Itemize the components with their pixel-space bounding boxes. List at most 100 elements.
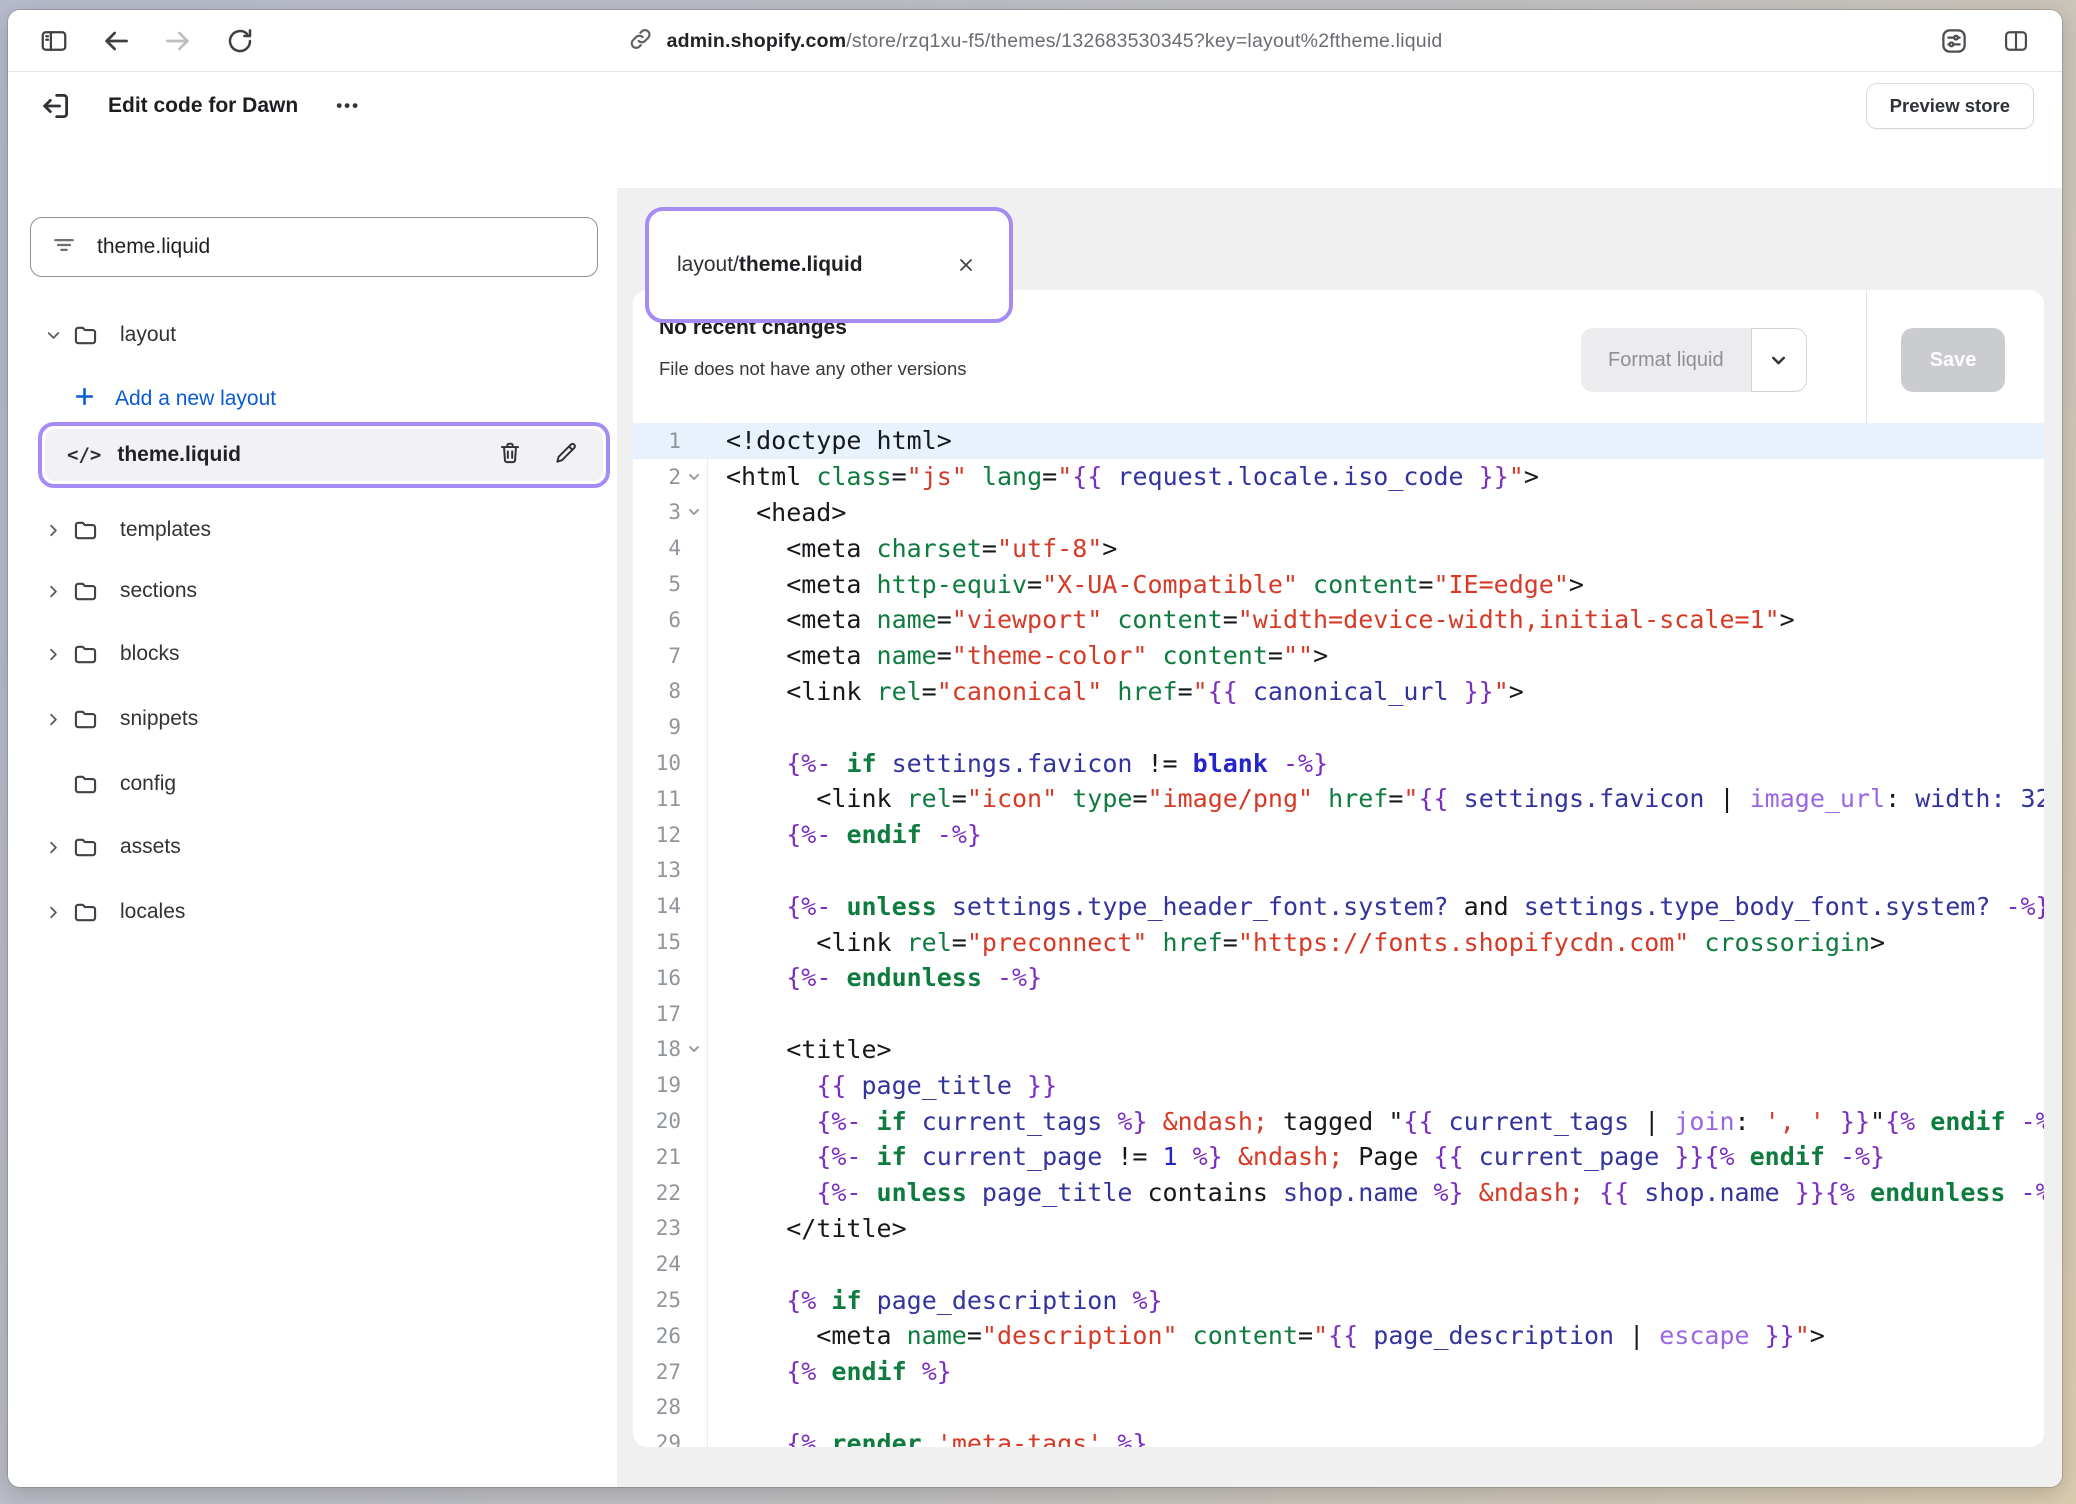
code-line[interactable]: 7 <meta name="theme-color" content=""> bbox=[633, 638, 2044, 674]
code-line[interactable]: 4 <meta charset="utf-8"> bbox=[633, 530, 2044, 566]
address-bar[interactable]: admin.shopify.com/store/rzq1xu-f5/themes… bbox=[628, 10, 1443, 72]
editor-panel: No recent changes File does not have any… bbox=[633, 290, 2044, 1447]
overflow-menu-button[interactable]: ••• bbox=[336, 96, 360, 116]
folder-icon bbox=[72, 641, 120, 668]
fold-chevron-icon[interactable] bbox=[681, 459, 708, 495]
sidebar-item-theme-liquid[interactable]: </> theme.liquid bbox=[45, 429, 603, 481]
sidebar-item-snippets[interactable]: snippets bbox=[34, 697, 198, 741]
code-line[interactable]: 13 bbox=[633, 853, 2044, 889]
line-number: 12 bbox=[633, 823, 681, 847]
format-liquid-label[interactable]: Format liquid bbox=[1581, 328, 1751, 392]
code-text: </title> bbox=[708, 1214, 907, 1243]
chevron-down-icon[interactable] bbox=[34, 326, 72, 345]
code-line[interactable]: 17 bbox=[633, 996, 2044, 1032]
code-line[interactable]: 23 </title> bbox=[633, 1211, 2044, 1247]
save-button[interactable]: Save bbox=[1901, 328, 2005, 392]
tab-layout-theme-liquid[interactable]: layout/theme.liquid bbox=[677, 253, 863, 277]
fold-chevron-icon[interactable] bbox=[681, 1032, 708, 1068]
exit-editor-icon[interactable] bbox=[36, 86, 76, 126]
code-line[interactable]: 27 {% endif %} bbox=[633, 1354, 2044, 1390]
file-tree-sidebar: layout Add a new layout </> theme.liquid bbox=[8, 140, 617, 1487]
code-line[interactable]: 26 <meta name="description" content="{{ … bbox=[633, 1318, 2044, 1354]
chevron-right-icon[interactable] bbox=[34, 903, 72, 922]
fold-gutter bbox=[681, 745, 708, 781]
chevron-right-icon[interactable] bbox=[34, 710, 72, 729]
browser-window: admin.shopify.com/store/rzq1xu-f5/themes… bbox=[8, 10, 2062, 1487]
fold-chevron-icon[interactable] bbox=[681, 495, 708, 531]
reload-button-icon[interactable] bbox=[222, 23, 258, 59]
code-line[interactable]: 16 {%- endunless -%} bbox=[633, 960, 2044, 996]
app-header: Edit code for Dawn ••• Preview store bbox=[8, 72, 2062, 140]
folder-label: assets bbox=[120, 835, 181, 859]
forward-button-icon[interactable] bbox=[160, 23, 196, 59]
browser-settings-icon[interactable] bbox=[1936, 23, 1972, 59]
sidebar-toggle-icon[interactable] bbox=[36, 23, 72, 59]
line-number: 24 bbox=[633, 1252, 681, 1276]
format-options-dropdown[interactable] bbox=[1751, 328, 1807, 392]
code-line[interactable]: 25 {% if page_description %} bbox=[633, 1282, 2044, 1318]
chevron-right-icon[interactable] bbox=[34, 582, 72, 601]
format-liquid-button[interactable]: Format liquid bbox=[1581, 328, 1807, 392]
code-text: <meta name="viewport" content="width=dev… bbox=[708, 605, 1795, 634]
line-number: 19 bbox=[633, 1073, 681, 1097]
back-button-icon[interactable] bbox=[98, 23, 134, 59]
code-line[interactable]: 8 <link rel="canonical" href="{{ canonic… bbox=[633, 674, 2044, 710]
code-line[interactable]: 5 <meta http-equiv="X-UA-Compatible" con… bbox=[633, 566, 2044, 602]
delete-file-icon[interactable] bbox=[497, 440, 523, 471]
code-line[interactable]: 11 <link rel="icon" type="image/png" hre… bbox=[633, 781, 2044, 817]
code-line[interactable]: 1<!doctype html> bbox=[633, 423, 2044, 459]
code-line[interactable]: 14 {%- unless settings.type_header_font.… bbox=[633, 888, 2044, 924]
sidebar-item-templates[interactable]: templates bbox=[34, 508, 211, 552]
fold-gutter bbox=[681, 1103, 708, 1139]
code-line[interactable]: 2 <html class="js" lang="{{ request.local… bbox=[633, 459, 2044, 495]
rename-file-icon[interactable] bbox=[553, 440, 579, 471]
sidebar-item-layout[interactable]: layout bbox=[34, 313, 176, 357]
file-search-box[interactable] bbox=[30, 217, 598, 277]
add-new-layout-link[interactable]: Add a new layout bbox=[72, 377, 276, 421]
code-text: <link rel="icon" type="image/png" href="… bbox=[708, 784, 2044, 813]
url-text: admin.shopify.com/store/rzq1xu-f5/themes… bbox=[667, 30, 1443, 53]
chevron-right-icon[interactable] bbox=[34, 645, 72, 664]
preview-store-button[interactable]: Preview store bbox=[1866, 83, 2034, 129]
line-number: 1 bbox=[633, 429, 681, 453]
code-line[interactable]: 15 <link rel="preconnect" href="https://… bbox=[633, 924, 2044, 960]
code-text: <meta http-equiv="X-UA-Compatible" conte… bbox=[708, 570, 1584, 599]
code-line[interactable]: 28 bbox=[633, 1390, 2044, 1426]
chevron-right-icon[interactable] bbox=[34, 521, 72, 540]
split-view-icon[interactable] bbox=[1998, 23, 2034, 59]
line-number: 13 bbox=[633, 858, 681, 882]
plus-icon bbox=[72, 384, 97, 414]
code-text: <meta charset="utf-8"> bbox=[708, 534, 1117, 563]
code-line[interactable]: 10 {%- if settings.favicon != blank -%} bbox=[633, 745, 2044, 781]
code-line[interactable]: 3 <head> bbox=[633, 495, 2044, 531]
line-number: 11 bbox=[633, 787, 681, 811]
code-line[interactable]: 24 bbox=[633, 1246, 2044, 1282]
sidebar-item-locales[interactable]: locales bbox=[34, 890, 185, 934]
sidebar-item-assets[interactable]: assets bbox=[34, 825, 181, 869]
code-line[interactable]: 22 {%- unless page_title contains shop.n… bbox=[633, 1175, 2044, 1211]
sidebar-item-blocks[interactable]: blocks bbox=[34, 632, 180, 676]
code-text: <meta name="theme-color" content=""> bbox=[708, 641, 1328, 670]
chevron-right-icon[interactable] bbox=[34, 838, 72, 857]
search-input[interactable] bbox=[95, 234, 577, 260]
sidebar-item-sections[interactable]: sections bbox=[34, 569, 197, 613]
code-editor[interactable]: 1<!doctype html> 2 <html class="js" lang="… bbox=[633, 423, 2044, 1447]
sidebar-item-config[interactable]: config bbox=[34, 762, 176, 806]
chevron-down-icon bbox=[1768, 350, 1789, 371]
code-line[interactable]: 18 <title> bbox=[633, 1032, 2044, 1068]
code-line[interactable]: 19 {{ page_title }} bbox=[633, 1067, 2044, 1103]
line-number: 2 bbox=[633, 465, 681, 489]
code-line[interactable]: 12 {%- endif -%} bbox=[633, 817, 2044, 853]
close-tab-icon[interactable] bbox=[951, 250, 981, 280]
code-line[interactable]: 20 {%- if current_tags %} &ndash; tagged… bbox=[633, 1103, 2044, 1139]
code-line[interactable]: 21 {%- if current_page != 1 %} &ndash; P… bbox=[633, 1139, 2044, 1175]
code-line[interactable]: 9 bbox=[633, 709, 2044, 745]
code-text: <html class="js" lang="{{ request.locale… bbox=[708, 462, 1539, 491]
code-line[interactable]: 29 {% render 'meta-tags' %} bbox=[633, 1425, 2044, 1447]
add-layout-label: Add a new layout bbox=[115, 387, 276, 411]
code-line[interactable]: 6 <meta name="viewport" content="width=d… bbox=[633, 602, 2044, 638]
folder-icon bbox=[72, 899, 120, 926]
fold-gutter bbox=[681, 530, 708, 566]
fold-gutter bbox=[681, 1318, 708, 1354]
line-number: 25 bbox=[633, 1288, 681, 1312]
